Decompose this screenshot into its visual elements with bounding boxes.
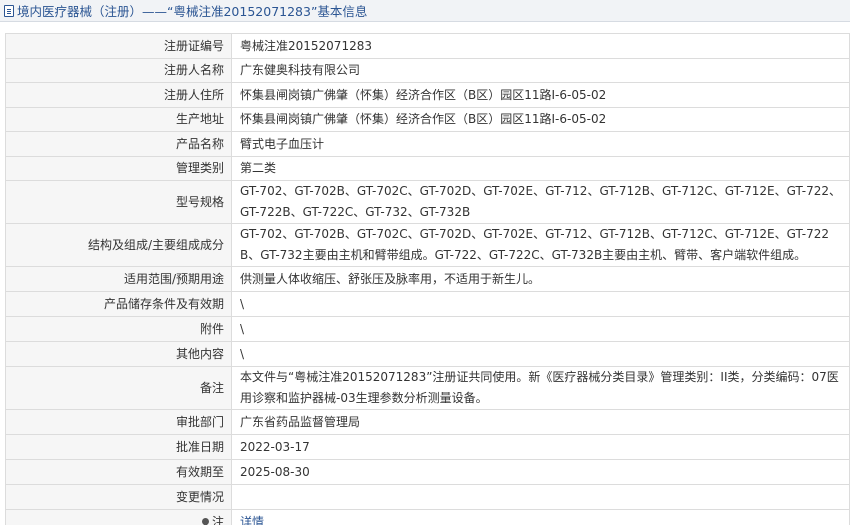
table-row: 其他内容 \	[5, 341, 850, 367]
row-label: 审批部门	[5, 409, 232, 435]
row-value: 广东省药品监督管理局	[231, 409, 850, 435]
row-value: 臂式电子血压计	[231, 131, 850, 157]
row-value: \	[231, 291, 850, 317]
row-label: 注册证编号	[5, 33, 232, 59]
row-value: 2025-08-30	[231, 459, 850, 485]
table-row: 型号规格 GT-702、GT-702B、GT-702C、GT-702D、GT-7…	[5, 180, 850, 224]
row-value	[231, 484, 850, 510]
row-value: 怀集县闸岗镇广佛肇（怀集）经济合作区（B区）园区11路I-6-05-02	[231, 107, 850, 132]
row-label: 注	[5, 509, 232, 525]
table-row: 结构及组成/主要组成成分 GT-702、GT-702B、GT-702C、GT-7…	[5, 223, 850, 267]
table-row: 注册人住所 怀集县闸岗镇广佛肇（怀集）经济合作区（B区）园区11路I-6-05-…	[5, 82, 850, 108]
note-label: 注	[211, 514, 224, 525]
row-label: 型号规格	[5, 180, 232, 224]
row-label: 管理类别	[5, 156, 232, 181]
table-row: 生产地址 怀集县闸岗镇广佛肇（怀集）经济合作区（B区）园区11路I-6-05-0…	[5, 107, 850, 132]
row-label: 批准日期	[5, 434, 232, 460]
row-value: GT-702、GT-702B、GT-702C、GT-702D、GT-702E、G…	[231, 223, 850, 267]
row-value: GT-702、GT-702B、GT-702C、GT-702D、GT-702E、G…	[231, 180, 850, 224]
table-row: 管理类别 第二类	[5, 156, 850, 181]
table-row: 注册人名称 广东健奥科技有限公司	[5, 58, 850, 83]
pin-icon	[200, 516, 211, 525]
row-label: 备注	[5, 366, 232, 410]
table-row: 产品名称 臂式电子血压计	[5, 131, 850, 157]
row-value: 详情	[231, 509, 850, 525]
table-row: 注 详情	[5, 509, 850, 525]
row-label: 产品名称	[5, 131, 232, 157]
row-label: 注册人住所	[5, 82, 232, 108]
table-row: 批准日期 2022-03-17	[5, 434, 850, 460]
table-row: 备注 本文件与“粤械注准20152071283”注册证共同使用。新《医疗器械分类…	[5, 366, 850, 410]
row-value: 广东健奥科技有限公司	[231, 58, 850, 83]
table-row: 产品储存条件及有效期 \	[5, 291, 850, 317]
info-table: 注册证编号 粤械注准20152071283 注册人名称 广东健奥科技有限公司 注…	[5, 33, 850, 525]
table-row: 适用范围/预期用途 供测量人体收缩压、舒张压及脉率用，不适用于新生儿。	[5, 266, 850, 292]
table-row: 审批部门 广东省药品监督管理局	[5, 409, 850, 435]
row-label: 注册人名称	[5, 58, 232, 83]
row-label: 其他内容	[5, 341, 232, 367]
document-icon	[4, 4, 14, 17]
table-row: 有效期至 2025-08-30	[5, 459, 850, 485]
row-value: 供测量人体收缩压、舒张压及脉率用，不适用于新生儿。	[231, 266, 850, 292]
row-value: 粤械注准20152071283	[231, 33, 850, 59]
page-header: 境内医疗器械（注册）——“粤械注准20152071283”基本信息	[0, 0, 850, 22]
row-value: 怀集县闸岗镇广佛肇（怀集）经济合作区（B区）园区11路I-6-05-02	[231, 82, 850, 108]
row-label: 适用范围/预期用途	[5, 266, 232, 292]
row-label: 产品储存条件及有效期	[5, 291, 232, 317]
row-label: 结构及组成/主要组成成分	[5, 223, 232, 267]
row-label: 附件	[5, 316, 232, 342]
table-row: 附件 \	[5, 316, 850, 342]
table-row: 变更情况	[5, 484, 850, 510]
details-link[interactable]: 详情	[240, 515, 264, 525]
table-row: 注册证编号 粤械注准20152071283	[5, 33, 850, 59]
row-label: 有效期至	[5, 459, 232, 485]
row-label: 变更情况	[5, 484, 232, 510]
row-value: \	[231, 316, 850, 342]
page-title: 境内医疗器械（注册）——“粤械注准20152071283”基本信息	[17, 4, 368, 19]
row-label: 生产地址	[5, 107, 232, 132]
row-value: \	[231, 341, 850, 367]
row-value: 第二类	[231, 156, 850, 181]
row-value: 2022-03-17	[231, 434, 850, 460]
row-value: 本文件与“粤械注准20152071283”注册证共同使用。新《医疗器械分类目录》…	[231, 366, 850, 410]
